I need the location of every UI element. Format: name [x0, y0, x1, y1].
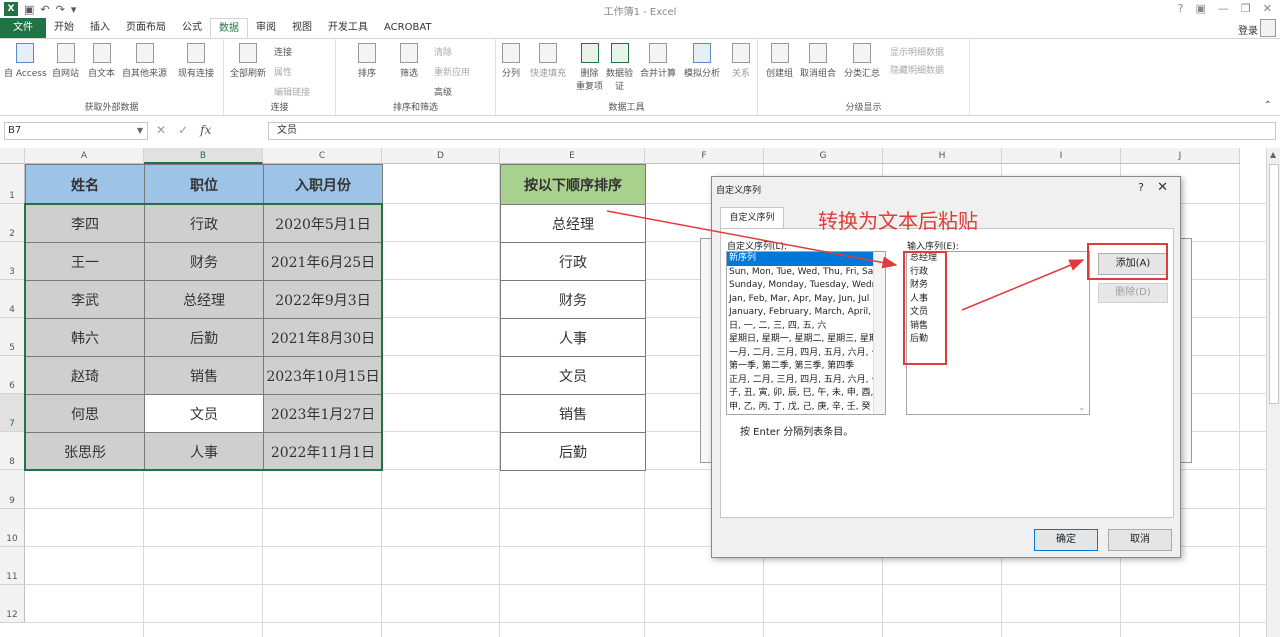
- arrow-to-entries: [606, 210, 898, 269]
- annotation-arrows: [606, 210, 1085, 311]
- arrow-to-add: [961, 259, 1085, 311]
